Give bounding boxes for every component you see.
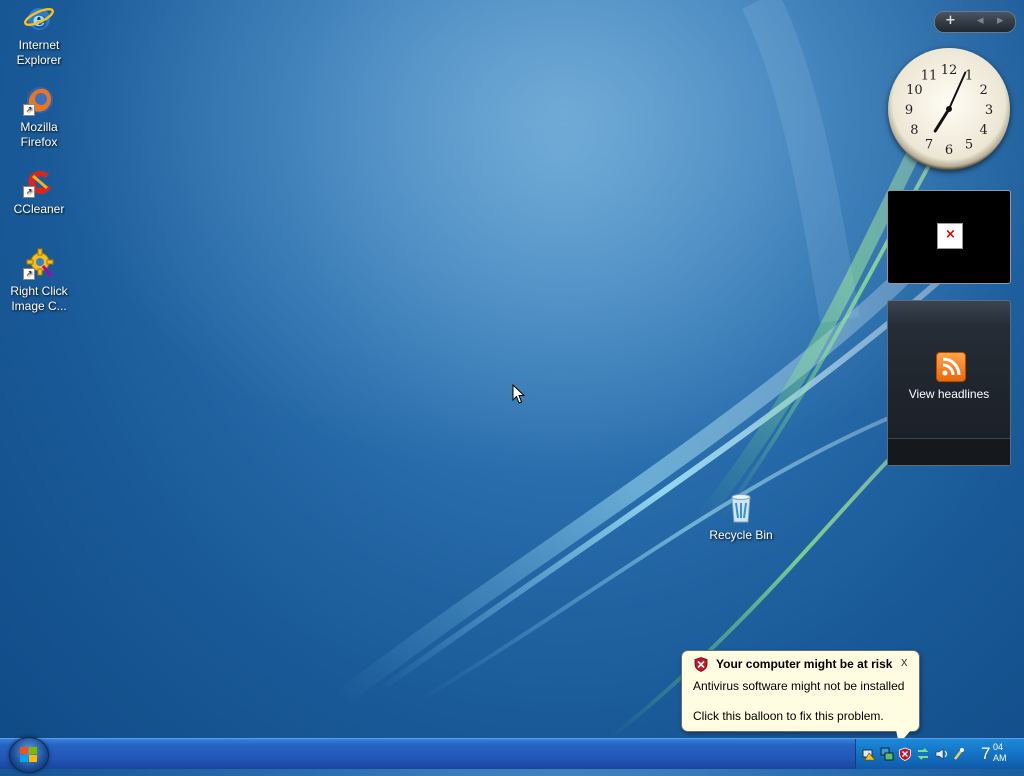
desktop-icon-label: Right Click xyxy=(10,284,68,298)
taskbar: 7 04 AM xyxy=(0,737,1024,773)
system-tray: 7 04 AM xyxy=(855,739,1024,769)
desktop-icon-label: CCleaner xyxy=(13,202,65,216)
slideshow-gadget[interactable]: × xyxy=(887,190,1011,284)
desktop-icon-recycle-bin[interactable]: Recycle Bin xyxy=(704,492,778,543)
add-gadget-button[interactable]: + xyxy=(945,13,956,28)
previous-page-button[interactable]: ◂ xyxy=(977,13,984,28)
desktop-icon-label: Recycle Bin xyxy=(709,528,773,542)
rss-icon xyxy=(936,352,966,382)
app-tray-icon[interactable] xyxy=(952,747,966,761)
clock-number: 8 xyxy=(910,123,918,138)
clock-number: 5 xyxy=(965,138,973,153)
desktop-icon-label: Mozilla xyxy=(20,120,58,134)
clock-minute[interactable]: 04 xyxy=(993,742,1003,752)
clock-number: 1 xyxy=(965,68,973,83)
shortcut-arrow-icon: ↗ xyxy=(23,268,35,280)
clock-number: 12 xyxy=(941,63,958,78)
clock-number: 10 xyxy=(906,83,923,98)
feed-gadget-footer xyxy=(888,438,1010,465)
shortcut-arrow-icon: ↗ xyxy=(23,104,35,116)
clock-hour-hand xyxy=(933,107,951,133)
network-icon[interactable] xyxy=(880,747,894,761)
feed-headlines-gadget[interactable]: View headlines xyxy=(887,300,1011,466)
windows-logo-icon xyxy=(20,747,37,762)
security-shield-icon xyxy=(694,657,708,672)
desktop-icon-label: Image C... xyxy=(11,299,67,313)
firefox-icon: ↗ xyxy=(23,84,55,116)
clock-am-pm[interactable]: AM xyxy=(993,753,1007,763)
close-icon[interactable]: x xyxy=(901,654,908,669)
security-balloon-notification[interactable]: Your computer might be at risk x Antivir… xyxy=(681,650,920,744)
speaker-icon[interactable] xyxy=(934,747,948,761)
clock-number: 4 xyxy=(979,123,987,138)
balloon-message: Antivirus software might not be installe… xyxy=(693,679,905,693)
desktop-icon-ccleaner[interactable]: ↗ CCleaner xyxy=(2,166,76,217)
clock-gadget[interactable]: 12 1 2 3 4 5 6 7 8 9 10 11 xyxy=(888,48,1010,170)
next-page-button[interactable]: ▸ xyxy=(997,13,1004,28)
shortcut-arrow-icon: ↗ xyxy=(23,186,35,198)
clock-number: 3 xyxy=(985,103,993,118)
clock-hour[interactable]: 7 xyxy=(981,744,990,764)
desktop-icon-label: Firefox xyxy=(20,135,58,149)
desktop-wallpaper xyxy=(0,0,1024,738)
clock-number: 9 xyxy=(905,103,913,118)
gear-icon: ↗ xyxy=(23,248,55,280)
balloon-title: Your computer might be at risk xyxy=(716,657,893,671)
security-alert-icon[interactable] xyxy=(898,747,912,761)
clock-number: 7 xyxy=(925,138,933,153)
clock-number: 6 xyxy=(945,143,953,158)
desktop-icon-mozilla-firefox[interactable]: ↗ Mozilla Firefox xyxy=(2,84,76,150)
internet-explorer-icon: e xyxy=(23,2,55,34)
balloon-action-text[interactable]: Click this balloon to fix this problem. xyxy=(693,709,884,723)
clock-number: 2 xyxy=(979,83,987,98)
clock-number: 11 xyxy=(921,68,938,83)
network-warning-icon[interactable] xyxy=(862,747,876,761)
desktop-icon-label: Explorer xyxy=(16,53,62,67)
recycle-bin-icon xyxy=(725,492,757,524)
view-headlines-link[interactable]: View headlines xyxy=(888,387,1010,401)
sync-icon[interactable] xyxy=(916,747,930,761)
desktop-icon-right-click-image-converter[interactable]: ↗ Right Click Image C... xyxy=(2,248,76,314)
desktop-icon-internet-explorer[interactable]: e Internet Explorer xyxy=(2,2,76,68)
broken-image-icon: × xyxy=(937,223,963,249)
sidebar-controls: + ◂ ▸ xyxy=(934,11,1016,33)
ccleaner-icon: ↗ xyxy=(23,166,55,198)
mouse-cursor-icon xyxy=(512,383,526,408)
desktop-icon-label: Internet xyxy=(18,38,60,52)
